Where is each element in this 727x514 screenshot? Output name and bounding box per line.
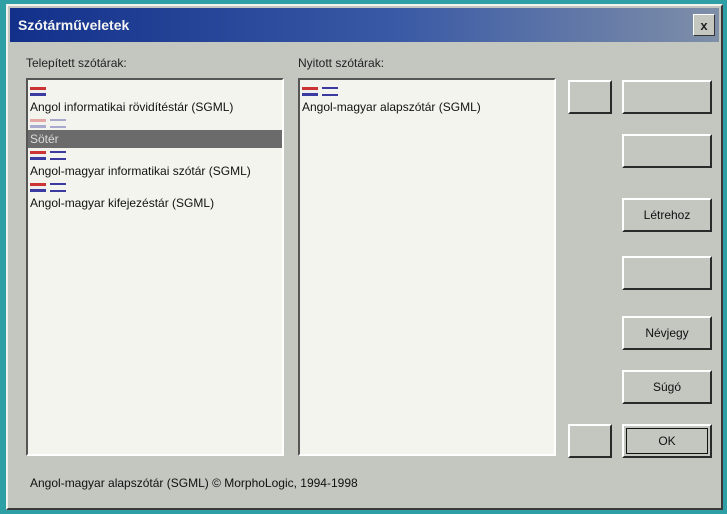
list-item-label: Angol-magyar alapszótár (SGML) [302, 100, 481, 114]
list-item[interactable]: Angol-magyar alapszótár (SGML) [300, 84, 554, 116]
opened-dictionaries-list[interactable]: Angol-magyar alapszótár (SGML) [298, 78, 556, 456]
move-button-disabled[interactable] [568, 80, 612, 114]
blank-button[interactable] [622, 134, 712, 168]
dictionary-flag-icon [300, 84, 554, 98]
list-item[interactable]: Angol informatikai rövidítéstár (SGML) [28, 84, 282, 116]
close-button[interactable]: x [693, 14, 715, 36]
list-item[interactable]: Sötér [28, 116, 282, 148]
installed-dictionaries-label: Telepített szótárak: [26, 56, 127, 70]
close-icon: x [700, 17, 708, 33]
title-bar[interactable]: Szótárműveletek x [10, 8, 719, 42]
about-button[interactable]: Névjegy [622, 316, 712, 350]
list-item[interactable]: Angol-magyar kifejezéstár (SGML) [28, 180, 282, 212]
dictionary-flag-icon [28, 148, 282, 162]
dictionary-flag-icon [28, 116, 282, 130]
dictionary-flag-icon [28, 84, 282, 98]
list-item[interactable]: Angol-magyar informatikai szótár (SGML) [28, 148, 282, 180]
opened-dictionaries-label: Nyitott szótárak: [298, 56, 385, 70]
list-item-label: Angol-magyar kifejezéstár (SGML) [30, 196, 215, 210]
dialog-window: Szótárműveletek x Telepített szótárak: N… [6, 4, 723, 510]
ok-button[interactable]: OK [622, 424, 712, 458]
status-bar: Angol-magyar alapszótár (SGML) © MorphoL… [30, 476, 358, 490]
create-button[interactable]: Létrehoz [622, 198, 712, 232]
help-button[interactable]: Súgó [622, 370, 712, 404]
list-item-label: Sötér [28, 130, 282, 148]
list-item-label: Angol informatikai rövidítéstár (SGML) [30, 100, 234, 114]
blank-button-2[interactable] [622, 256, 712, 290]
open-button-disabled[interactable] [622, 80, 712, 114]
close-lower-button[interactable] [568, 424, 612, 458]
window-title: Szótárműveletek [18, 17, 130, 33]
installed-dictionaries-list[interactable]: Angol informatikai rövidítéstár (SGML) S… [26, 78, 284, 456]
dictionary-flag-icon [28, 180, 282, 194]
list-item-label: Angol-magyar informatikai szótár (SGML) [30, 164, 251, 178]
